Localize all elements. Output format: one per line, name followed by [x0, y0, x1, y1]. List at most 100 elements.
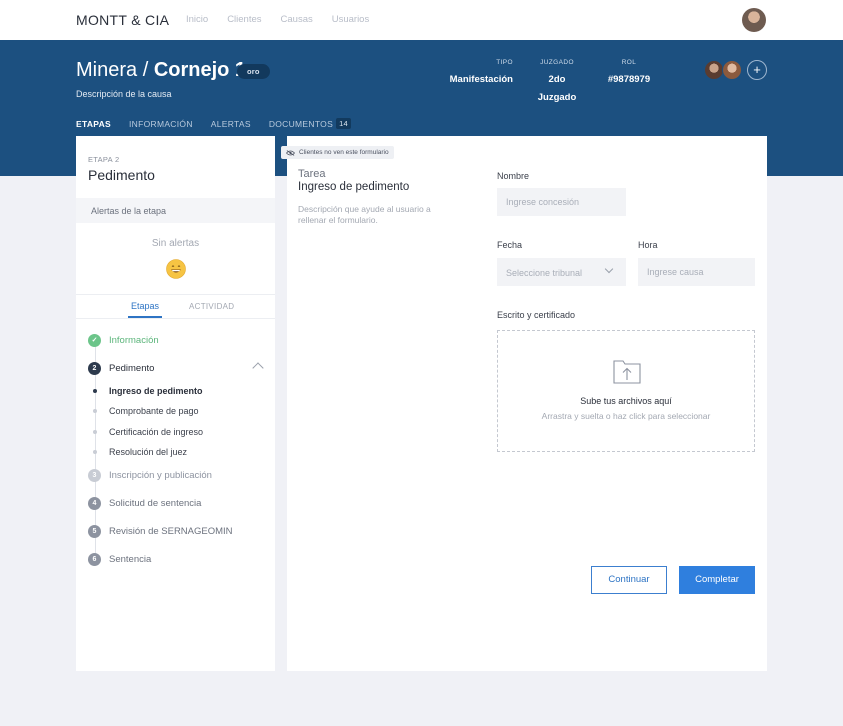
nav-link-causas[interactable]: Causas: [281, 14, 313, 25]
page-title: Minera / Cornejo 1: [76, 59, 246, 82]
notice-text: Clientes no ven este formulario: [299, 149, 389, 156]
substep-dot: [93, 429, 97, 434]
step-label: Revisión de SERNAGEOMIN: [109, 525, 233, 537]
stage-sidebar: ETAPA 2 Pedimento Alertas de la etapa Si…: [76, 136, 275, 671]
folder-upload-icon: [613, 360, 641, 384]
title-prefix: Minera: [76, 59, 138, 81]
meta-juzgado-label: JUZGADO: [540, 59, 574, 66]
dropzone-subtitle: Arrastra y suelta o haz click para selec…: [541, 411, 711, 421]
hora-label: Hora: [638, 240, 658, 250]
file-dropzone[interactable]: Sube tus archivos aquí Arrastra y suelta…: [497, 330, 755, 452]
continuar-button[interactable]: Continuar: [591, 566, 667, 594]
substep-label: Certificación de ingreso: [109, 426, 204, 437]
step-number: 5: [88, 524, 101, 538]
chevron-up-icon[interactable]: [252, 362, 264, 374]
stage-alerts-header: Alertas de la etapa: [76, 198, 275, 223]
meta-rol-label: ROL: [621, 59, 637, 66]
hora-input[interactable]: [638, 258, 755, 286]
task-description: Descripción que ayude al usuario a relle…: [298, 204, 431, 225]
top-nav: MONTT & CIA Inicio Clientes Causas Usuar…: [0, 0, 843, 40]
tier-badge: oro: [237, 64, 270, 79]
documents-count-badge: 14: [336, 118, 352, 129]
step-number: 2: [88, 361, 101, 375]
substep-dot: [93, 388, 97, 393]
task-form-panel: Clientes no ven este formulario Tarea In…: [281, 136, 767, 671]
step-label: Información: [109, 334, 159, 346]
fecha-select-value: Seleccione tribunal: [506, 268, 583, 278]
nav-link-clientes[interactable]: Clientes: [227, 14, 261, 25]
divider: [76, 294, 275, 295]
tab-etapas[interactable]: ETAPAS: [76, 118, 111, 137]
meta-tipo-label: TIPO: [496, 59, 513, 66]
title-separator: /: [137, 59, 154, 81]
smiley-icon: [166, 259, 186, 279]
substep-comprobante-de-pago[interactable]: Comprobante de pago: [93, 404, 199, 417]
stage-number-label: ETAPA 2: [88, 155, 120, 164]
nav-link-inicio[interactable]: Inicio: [186, 14, 208, 25]
meta-rol-value: #9878979: [607, 74, 651, 85]
add-collaborator-button[interactable]: +: [747, 60, 767, 80]
subtab-actividad[interactable]: ACTIVIDAD: [189, 302, 234, 311]
tab-label: ALERTAS: [210, 118, 251, 129]
step-solicitud-de-sentencia[interactable]: 4 Solicitud de sentencia: [88, 496, 201, 510]
nombre-label: Nombre: [497, 171, 530, 181]
fecha-select[interactable]: Seleccione tribunal: [497, 258, 626, 286]
meta-juzgado-value: 2do Juzgado: [537, 74, 577, 103]
tab-alertas[interactable]: ALERTAS: [211, 118, 251, 137]
tab-label: DOCUMENTOS: [268, 118, 334, 129]
substep-label: Comprobante de pago: [109, 405, 199, 416]
substep-label: Ingreso de pedimento: [109, 385, 203, 396]
nav-link-usuarios[interactable]: Usuarios: [332, 14, 370, 25]
collaborator-avatar[interactable]: [722, 60, 742, 80]
meta-juzgado: JUZGADO 2do Juzgado: [528, 59, 586, 105]
step-number: 6: [88, 552, 101, 566]
plus-icon: +: [753, 62, 761, 77]
step-sentencia[interactable]: 6 Sentencia: [88, 552, 151, 566]
step-number: 4: [88, 496, 101, 510]
step-revision-de-sernageomin[interactable]: 5 Revisión de SERNAGEOMIN: [88, 524, 233, 538]
substep-dot: [93, 449, 97, 454]
client-visibility-notice: Clientes no ven este formulario: [281, 146, 394, 159]
step-label: Inscripción y publicación: [109, 469, 212, 481]
brand-logo[interactable]: MONTT & CIA: [76, 12, 169, 28]
user-avatar[interactable]: [742, 8, 766, 32]
step-inscripcion-y-publicacion[interactable]: 3 Inscripción y publicación: [88, 468, 212, 482]
step-label: Solicitud de sentencia: [109, 497, 202, 509]
no-alerts-text: Sin alertas: [151, 238, 200, 249]
collaborator-avatar[interactable]: [704, 60, 724, 80]
substep-resolucion-del-juez[interactable]: Resolución del juez: [93, 445, 187, 458]
step-informacion[interactable]: ✓ Información: [88, 333, 159, 347]
chevron-down-icon: [604, 264, 614, 274]
tab-label: INFORMACIÓN: [129, 118, 193, 129]
tab-documentos[interactable]: DOCUMENTOS 14: [268, 118, 352, 137]
eye-off-icon: [286, 149, 295, 156]
meta-tipo: TIPO Manifestación: [449, 59, 513, 87]
dropzone-title: Sube tus archivos aquí: [580, 396, 672, 406]
title-main: Cornejo 1: [153, 59, 247, 81]
step-pedimento[interactable]: 2 Pedimento: [88, 361, 154, 375]
step-number: 3: [88, 468, 101, 482]
tab-informacion[interactable]: INFORMACIÓN: [129, 118, 193, 137]
step-label: Pedimento: [109, 362, 155, 374]
substep-certificacion-de-ingreso[interactable]: Certificación de ingreso: [93, 425, 203, 438]
completar-button[interactable]: Completar: [679, 566, 755, 594]
substep-ingreso-de-pedimento[interactable]: Ingreso de pedimento: [93, 384, 203, 397]
check-icon: ✓: [88, 333, 101, 347]
step-connector: [95, 475, 96, 559]
escrito-label: Escrito y certificado: [497, 310, 576, 320]
tab-label: ETAPAS: [76, 118, 112, 129]
nav-links: Inicio Clientes Causas Usuarios: [186, 14, 369, 25]
substep-dot: [93, 408, 97, 413]
stage-name: Pedimento: [88, 167, 155, 183]
case-tabs: ETAPAS INFORMACIÓN ALERTAS DOCUMENTOS 14: [76, 118, 369, 137]
nombre-input[interactable]: [497, 188, 626, 216]
sidebar-subtabs: Etapas ACTIVIDAD: [76, 299, 275, 319]
fecha-label: Fecha: [497, 240, 523, 250]
meta-rol: ROL #9878979: [604, 59, 654, 87]
subtab-etapas[interactable]: Etapas: [128, 301, 163, 318]
task-name: Ingreso de pedimento: [298, 181, 410, 193]
meta-tipo-value: Manifestación: [449, 74, 513, 85]
case-description: Descripción de la causa: [76, 89, 172, 99]
task-label: Tarea: [298, 168, 326, 180]
substep-label: Resolución del juez: [109, 446, 188, 457]
